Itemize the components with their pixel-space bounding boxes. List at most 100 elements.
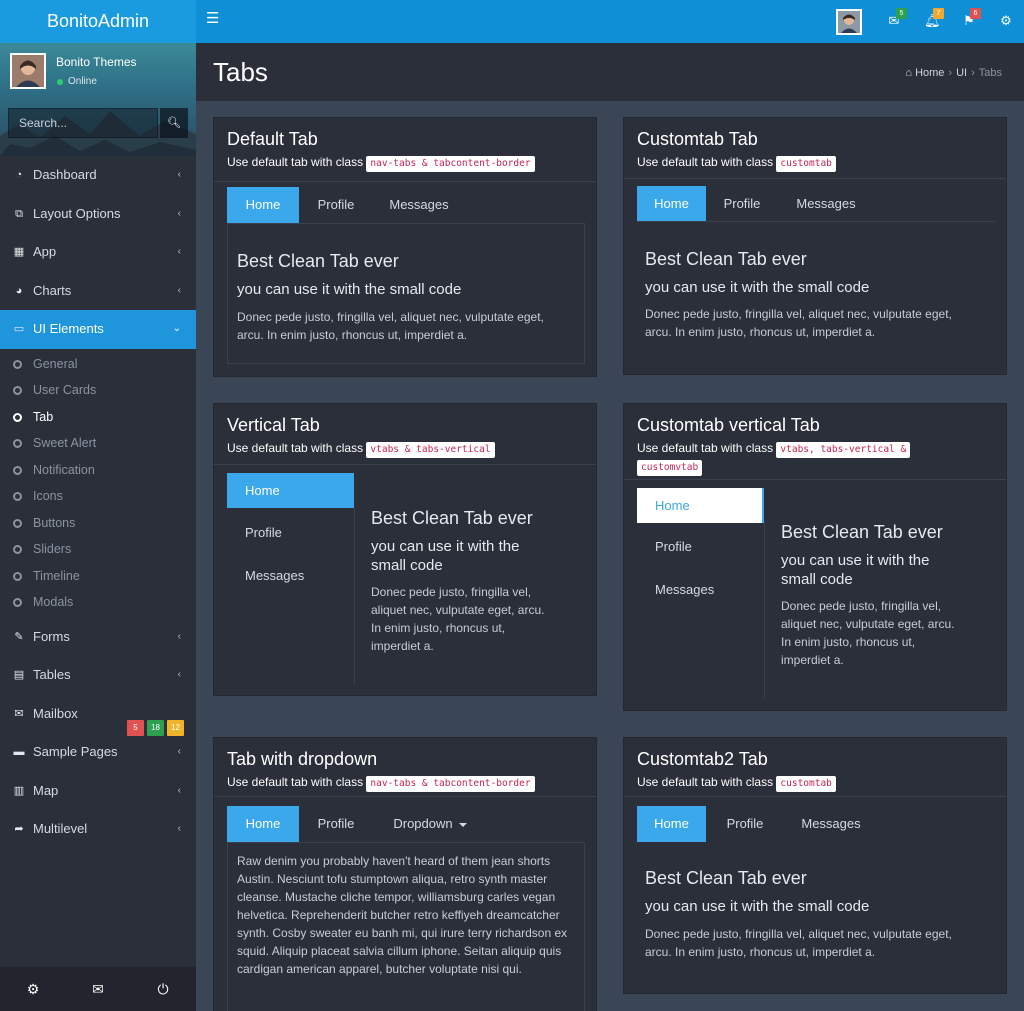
- sidebar-item-layout-options[interactable]: ⧉ Layout Options ‹: [0, 195, 196, 234]
- code-snippet: customvtab: [637, 460, 703, 476]
- pane-text: Donec pede justo, fringilla vel, aliquet…: [645, 925, 995, 961]
- subtitle-text: Use default tab with class: [227, 155, 364, 169]
- pane-heading: Best Clean Tab ever: [781, 522, 943, 542]
- breadcrumb-separator: ›: [971, 67, 975, 79]
- brand-logo[interactable]: BonitoAdmin: [0, 0, 196, 43]
- sidebar-item-map[interactable]: ▥ Map ‹: [0, 772, 196, 811]
- sidebar-item-app[interactable]: ▦ App ‹: [0, 233, 196, 272]
- submenu-item-tab[interactable]: Tab: [0, 404, 196, 431]
- sidebar-item-label: Dashboard: [33, 167, 97, 182]
- circle-icon: [13, 545, 22, 554]
- breadcrumb-home[interactable]: Home: [915, 67, 944, 79]
- pane-text-line: Donec pede justo, fringilla vel,: [371, 585, 532, 599]
- content-header: Tabs ⌂ Home › UI › Tabs: [196, 43, 1024, 101]
- sidebar-item-label: Layout Options: [33, 205, 121, 221]
- pane-subheading: you can use it with the small code: [781, 551, 929, 589]
- power-icon[interactable]: ⏻: [153, 979, 173, 999]
- default-tab-card: Default Tab Use default tab with class n…: [213, 117, 597, 377]
- breadcrumb-ui[interactable]: UI: [956, 67, 967, 79]
- tab-profile[interactable]: Profile: [302, 806, 370, 842]
- tab-profile[interactable]: Profile: [302, 187, 370, 223]
- submenu-item-modals[interactable]: Modals: [0, 589, 196, 616]
- sidebar: Bonito Themes Online Search... 🔍︎ ◔ Dashb…: [0, 43, 196, 1011]
- submenu-item-sweet-alert[interactable]: Sweet Alert: [0, 430, 196, 457]
- tab-messages[interactable]: Messages: [376, 187, 462, 223]
- submenu-item-label: Notification: [33, 462, 95, 477]
- breadcrumb: ⌂ Home › UI › Tabs: [905, 67, 1002, 79]
- home-icon: ⌂: [905, 67, 912, 79]
- circle-icon: [13, 386, 22, 395]
- vtab-profile[interactable]: Profile: [227, 515, 354, 550]
- circle-icon: [13, 359, 22, 369]
- submenu-item-buttons[interactable]: Buttons: [0, 510, 196, 537]
- submenu-item-label: Modals: [33, 595, 74, 609]
- card-subtitle: Use default tab with class vtabs & tabs-…: [227, 440, 495, 458]
- customtab2-card: Customtab2 Tab Use default tab with clas…: [623, 737, 1007, 994]
- divider: [214, 181, 596, 182]
- caret-down-icon: [458, 822, 467, 827]
- tab-home[interactable]: Home: [637, 806, 706, 842]
- submenu-item-label: Sliders: [33, 542, 72, 556]
- gear-icon[interactable]: ⚙: [998, 13, 1014, 29]
- sidebar-item-sample-pages[interactable]: ▬ Sample Pages ‹: [0, 733, 196, 772]
- submenu-item-notification[interactable]: Notification: [0, 457, 196, 484]
- page-title: Tabs: [213, 57, 268, 87]
- subtitle-text: Use default tab with class: [227, 441, 364, 455]
- search-icon[interactable]: 🔍︎: [160, 108, 188, 138]
- sidebar-item-mailbox[interactable]: ✉ Mailbox 5 18 12: [0, 695, 196, 736]
- sidebar-item-multilevel[interactable]: ➦ Multilevel ‹: [0, 810, 196, 849]
- user-panel: Bonito Themes Online Search... 🔍︎: [0, 43, 196, 156]
- tab-messages[interactable]: Messages: [786, 806, 876, 842]
- pane-text: Donec pede justo, fringilla vel, aliquet …: [371, 583, 586, 655]
- menu-toggle-icon[interactable]: ☰: [206, 11, 220, 26]
- code-snippet: vtabs, tabs-vertical &: [776, 442, 911, 458]
- gear-icon[interactable]: ⚙: [23, 979, 43, 999]
- pane-text: Donec pede justo, fringilla vel, aliquet …: [781, 597, 996, 669]
- vtab-messages[interactable]: Messages: [637, 572, 764, 607]
- dashboard-icon: ◔: [15, 169, 23, 181]
- sidebar-item-ui-elements[interactable]: ▭ UI Elements ⌄: [0, 310, 196, 349]
- tab-dropdown-label: Dropdown: [393, 816, 453, 831]
- tab-profile[interactable]: Profile: [712, 806, 778, 842]
- vtab-messages[interactable]: Messages: [227, 558, 354, 593]
- grid-icon: ▦: [13, 246, 25, 258]
- top-bar: BonitoAdmin ☰ ✉ 5 🔔︎ 7 ⚑ 6 ⚙: [0, 0, 1024, 43]
- sidebar-item-label: Forms: [33, 628, 70, 644]
- sidebar-item-label: Map: [33, 782, 59, 798]
- chevron-left-icon: ‹: [177, 823, 181, 834]
- pane-text-line: Donec pede justo, fringilla vel,: [781, 599, 942, 613]
- submenu-item-sliders[interactable]: Sliders: [0, 536, 196, 563]
- sidebar-item-forms[interactable]: ✎ Forms ‹: [0, 618, 196, 657]
- tab-messages[interactable]: Messages: [782, 186, 870, 222]
- envelope-icon[interactable]: ✉: [88, 979, 108, 999]
- sidebar-item-tables[interactable]: ▤ Tables ‹: [0, 656, 196, 695]
- submenu-item-label: Icons: [33, 489, 63, 503]
- sidebar-item-charts[interactable]: ◕ Charts ‹: [0, 272, 196, 311]
- breadcrumb-current: Tabs: [978, 67, 1002, 79]
- pane-subheading-line: small code: [781, 571, 853, 588]
- sidebar-item-dashboard[interactable]: ◔ Dashboard ‹: [0, 156, 196, 195]
- pane-subheading-line: you can use it with the: [781, 552, 930, 569]
- vtab-home[interactable]: Home: [637, 488, 764, 523]
- card-subtitle: Use default tab with class nav-tabs & ta…: [227, 774, 535, 792]
- vtab-home[interactable]: Home: [227, 473, 354, 508]
- submenu-item-general[interactable]: General: [0, 351, 196, 378]
- pane-text-line: Donec pede justo, fringilla vel, aliquet…: [645, 307, 952, 321]
- chevron-left-icon: ‹: [177, 784, 181, 796]
- circle-icon: [13, 465, 22, 475]
- vtab-profile[interactable]: Profile: [637, 529, 764, 564]
- tab-home[interactable]: Home: [637, 186, 706, 222]
- dropdown-tab-card: Tab with dropdown Use default tab with c…: [213, 737, 597, 1011]
- submenu-item-user-cards[interactable]: User Cards: [0, 377, 196, 404]
- submenu-item-timeline[interactable]: Timeline: [0, 563, 196, 590]
- tab-profile[interactable]: Profile: [710, 186, 774, 222]
- tab-dropdown[interactable]: Dropdown: [380, 806, 480, 842]
- search-input[interactable]: Search...: [8, 108, 158, 138]
- vertical-divider: [354, 508, 355, 684]
- tab-home[interactable]: Home: [227, 806, 299, 842]
- user-avatar[interactable]: [10, 53, 46, 89]
- pane-subheading: you can use it with the small code: [237, 281, 462, 298]
- submenu-item-icons[interactable]: Icons: [0, 483, 196, 510]
- tab-home[interactable]: Home: [227, 187, 299, 223]
- top-user-avatar[interactable]: [836, 9, 862, 35]
